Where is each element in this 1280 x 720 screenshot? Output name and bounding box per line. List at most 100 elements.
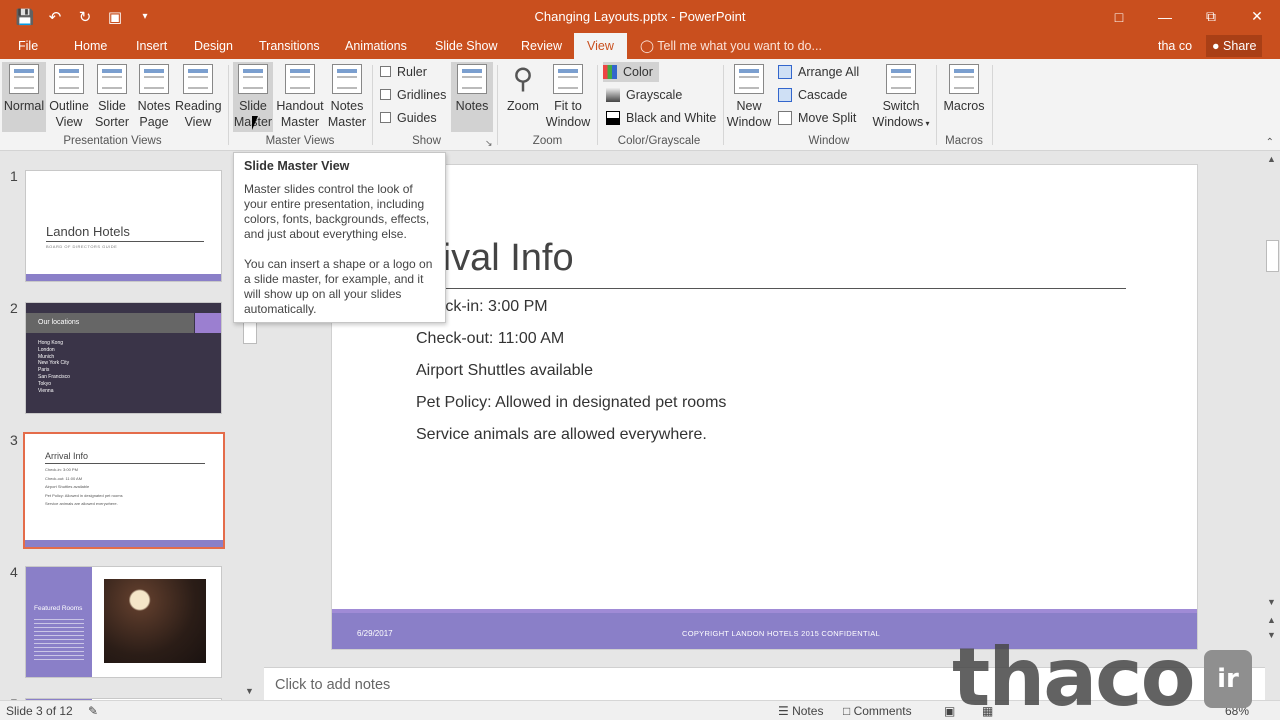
- notes-button[interactable]: Notes: [451, 62, 493, 132]
- slide-thumbnail-2[interactable]: Our locations Hong Kong London Munich Ne…: [25, 302, 222, 414]
- tab-insert[interactable]: Insert: [128, 33, 175, 59]
- tab-slide-show[interactable]: Slide Show: [427, 33, 506, 59]
- thumb-list-item: Vienna: [38, 387, 54, 394]
- move-split-icon: [778, 111, 792, 125]
- share-label: Share: [1223, 39, 1257, 53]
- previous-slide-icon[interactable]: ▲: [1267, 615, 1276, 625]
- spell-check-icon[interactable]: ✎: [88, 704, 98, 718]
- color-button[interactable]: Color: [603, 62, 659, 82]
- outline-view-button[interactable]: Outline View: [47, 62, 91, 132]
- separator: [228, 65, 229, 145]
- scroll-down-icon[interactable]: ▼: [1267, 597, 1276, 607]
- presentation-views-label: Presentation Views: [63, 135, 162, 147]
- ribbon-display-options-icon[interactable]: □: [1096, 0, 1142, 33]
- thumb-title: Featured Rooms: [34, 605, 83, 612]
- comments-toggle[interactable]: □ Comments: [843, 704, 912, 718]
- move-split-button[interactable]: Move Split: [778, 108, 856, 128]
- footer-copyright: COPYRIGHT LANDON HOTELS 2015 CONFIDENTIA…: [682, 629, 881, 638]
- scrollbar-thumb[interactable]: [243, 322, 257, 344]
- separator: [497, 65, 498, 145]
- notes-master-button[interactable]: Notes Master: [326, 62, 368, 132]
- notes-icon: [457, 64, 487, 94]
- new-window-icon: [734, 64, 764, 94]
- notes-page-button[interactable]: Notes Page: [134, 62, 174, 132]
- title-rule: [417, 288, 1126, 289]
- new-window-button[interactable]: New Window: [726, 62, 772, 132]
- slide-bullet[interactable]: Service animals are allowed everywhere.: [416, 426, 707, 444]
- thumb-rule: [46, 241, 204, 242]
- notes-master-icon: [332, 64, 362, 94]
- handout-master-button[interactable]: Handout Master: [275, 62, 325, 132]
- slide-bullet[interactable]: Check-out: 11:00 AM: [416, 330, 564, 348]
- notes-status-icon: ☰: [778, 704, 793, 718]
- ribbon-view: Normal Outline View Slide Sorter Notes P…: [0, 59, 1280, 151]
- share-button[interactable]: ● Share: [1206, 35, 1263, 57]
- tell-me-search[interactable]: ◯ Tell me what you want to do...: [640, 33, 822, 59]
- tab-review[interactable]: Review: [513, 33, 570, 59]
- normal-view-button[interactable]: Normal: [2, 62, 46, 132]
- minimize-icon[interactable]: —: [1142, 0, 1188, 33]
- ruler-checkbox[interactable]: Ruler: [380, 63, 427, 81]
- slide-number: 4: [10, 564, 18, 580]
- next-slide-icon[interactable]: ▼: [1267, 630, 1276, 640]
- scroll-down-icon[interactable]: ▼: [245, 686, 254, 696]
- slide-thumbnail-4[interactable]: Featured Rooms: [25, 566, 222, 678]
- slide-bullet[interactable]: Pet Policy: Allowed in designated pet ro…: [416, 394, 726, 412]
- switch-windows-button[interactable]: Switch Windows ▾: [871, 62, 931, 132]
- color-swatch-icon: [603, 65, 617, 79]
- macros-group-label: Macros: [945, 135, 983, 147]
- footer-date: 6/29/2017: [357, 629, 393, 638]
- cascade-button[interactable]: Cascade: [778, 85, 847, 105]
- outline-view-icon: [54, 64, 84, 94]
- checkbox-icon: [380, 66, 391, 77]
- user-account[interactable]: tha co: [1158, 33, 1192, 59]
- arrange-all-button[interactable]: Arrange All: [778, 62, 859, 82]
- slide-thumbnails-pane: 1 2 3 4 5 Landon Hotels BOARD OF DIRECTO…: [0, 152, 258, 712]
- slide-sorter-button[interactable]: Slide Sorter: [91, 62, 133, 132]
- grayscale-button[interactable]: Grayscale: [606, 85, 682, 105]
- guides-checkbox[interactable]: Guides: [380, 109, 437, 127]
- tab-transitions[interactable]: Transitions: [251, 33, 328, 59]
- ribbon-tabs: File Home Insert Design Transitions Anim…: [0, 33, 1280, 59]
- scroll-up-icon[interactable]: ▲: [1267, 154, 1276, 164]
- thumb-list-item: San Francisco: [38, 373, 70, 380]
- gridlines-checkbox[interactable]: Gridlines: [380, 86, 446, 104]
- slide-scrollbar[interactable]: ▲ ▼ ▲ ▼: [1265, 152, 1280, 665]
- thumb-title: Our locations: [38, 319, 80, 326]
- tab-animations[interactable]: Animations: [337, 33, 415, 59]
- tab-design[interactable]: Design: [186, 33, 241, 59]
- thumb-title: Landon Hotels: [46, 224, 130, 239]
- restore-icon[interactable]: ⧉: [1188, 0, 1234, 33]
- scrollbar-thumb[interactable]: [1266, 240, 1279, 272]
- thumb-body-text: [34, 619, 84, 663]
- slide-number: 1: [10, 168, 18, 184]
- notes-toggle[interactable]: ☰ Notes: [778, 704, 823, 718]
- master-views-label: Master Views: [265, 135, 335, 147]
- collapse-ribbon-icon[interactable]: ⌃: [1266, 137, 1274, 148]
- slide-number: 3: [10, 432, 18, 448]
- tab-view[interactable]: View: [574, 33, 627, 59]
- macros-icon: [949, 64, 979, 94]
- fit-to-window-button[interactable]: Fit to Window: [545, 62, 591, 132]
- thumb-list-item: Paris: [38, 367, 50, 374]
- slide-bullet[interactable]: Airport Shuttles available: [416, 362, 593, 380]
- separator: [723, 65, 724, 145]
- tab-home[interactable]: Home: [66, 33, 115, 59]
- black-and-white-button[interactable]: Black and White: [606, 108, 716, 128]
- slide-master-tooltip: Slide Master View Master slides control …: [233, 152, 446, 323]
- thumb-bullet: Check-in: 3:00 PM: [45, 467, 78, 472]
- slide-thumbnail-1[interactable]: Landon Hotels BOARD OF DIRECTORS GUIDE: [25, 170, 222, 282]
- arrange-all-icon: [778, 65, 792, 79]
- tab-file[interactable]: File: [10, 33, 46, 59]
- current-slide[interactable]: Arrival Info Check-in: 3:00 PM Check-out…: [331, 164, 1198, 650]
- grayscale-swatch-icon: [606, 88, 620, 102]
- show-dialog-launcher-icon[interactable]: ↘: [485, 138, 493, 149]
- slide-thumbnail-3[interactable]: Arrival Info Check-in: 3:00 PM Check-out…: [23, 432, 225, 549]
- close-icon[interactable]: ✕: [1234, 0, 1280, 33]
- reading-view-button[interactable]: Reading View: [175, 62, 222, 132]
- mouse-cursor: [252, 116, 264, 130]
- thumb-rule: [45, 463, 205, 464]
- macros-button[interactable]: Macros: [941, 62, 987, 132]
- zoom-button[interactable]: ⚲ Zoom: [503, 62, 543, 132]
- tooltip-paragraph: Master slides control the look of your e…: [244, 182, 430, 241]
